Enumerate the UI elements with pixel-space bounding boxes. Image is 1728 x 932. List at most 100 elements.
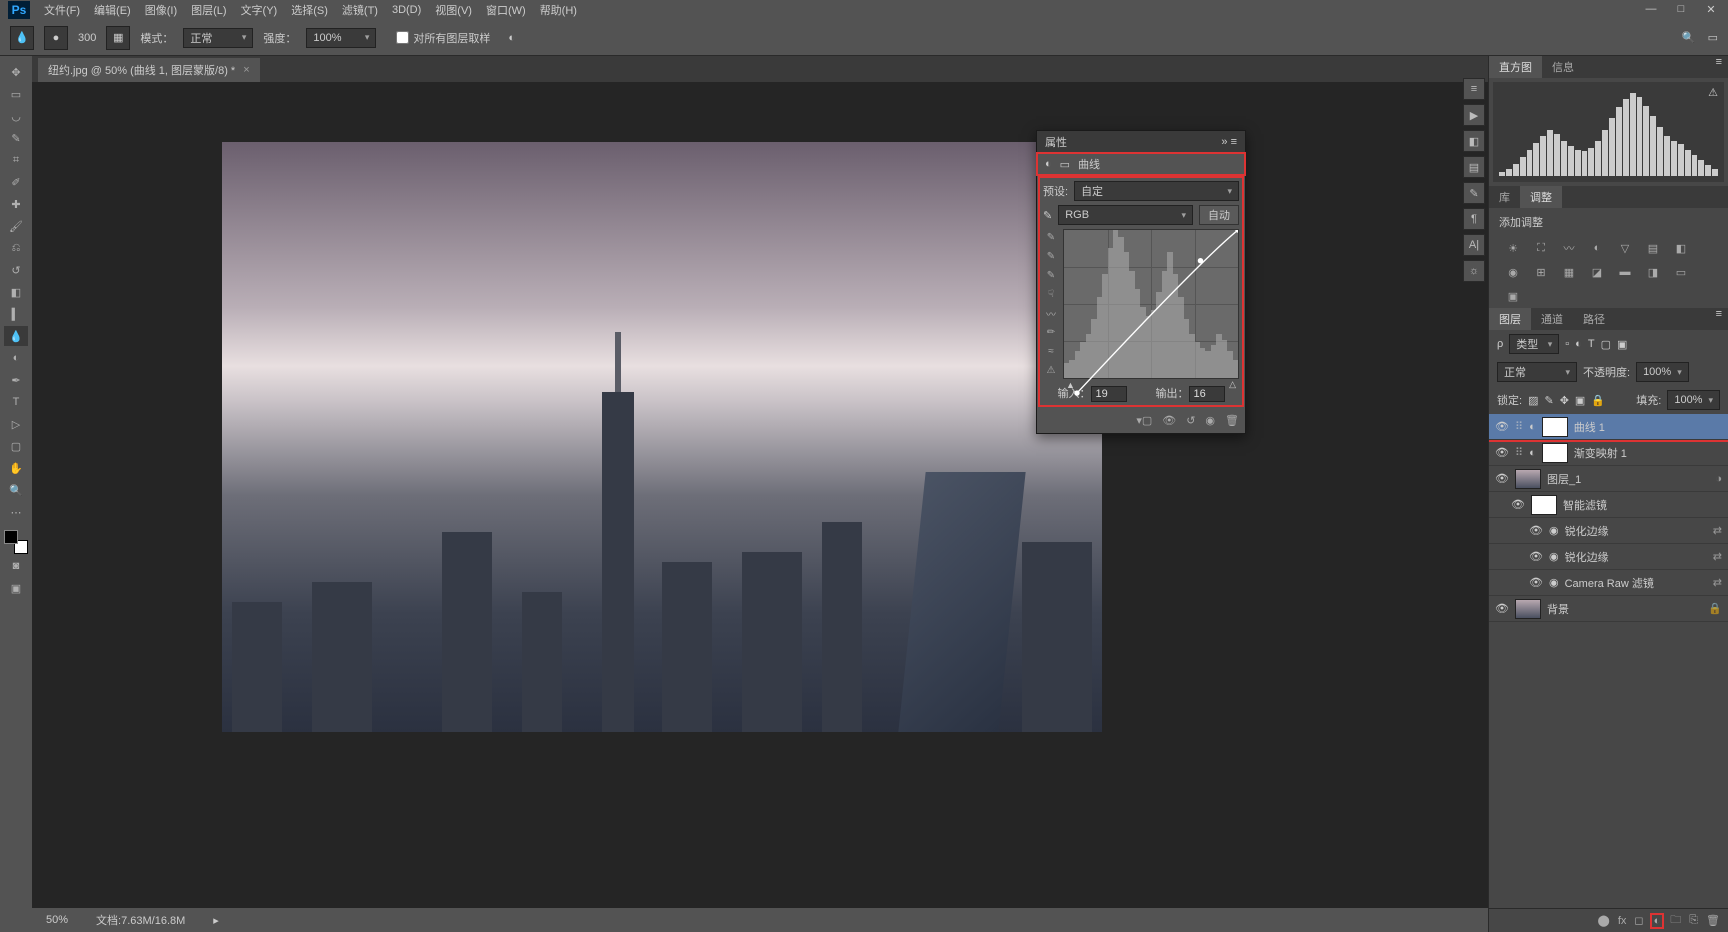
brush-tool[interactable]: 🖌	[4, 216, 28, 236]
edit-toolbar[interactable]: ⋯	[4, 502, 28, 522]
dock-brushes-icon[interactable]: ✎	[1463, 182, 1485, 204]
adj-invert-icon[interactable]: ◪	[1587, 264, 1607, 280]
quickmask-toggle[interactable]: ◙	[4, 556, 28, 576]
layer-name[interactable]: 渐变映射 1	[1574, 445, 1627, 461]
lasso-tool[interactable]: ◡	[4, 106, 28, 126]
visibility-toggle[interactable]: 👁	[1511, 498, 1525, 511]
layer-fx-icon[interactable]: fx	[1618, 915, 1627, 927]
filter-smart-icon[interactable]: ▣	[1617, 338, 1627, 351]
layer-name[interactable]: 锐化边缘	[1565, 523, 1609, 539]
brush-preset-icon[interactable]: ●	[44, 26, 68, 50]
clip-to-layer-icon[interactable]: ▾▢	[1136, 414, 1152, 427]
canvas-area[interactable]	[32, 82, 1488, 908]
filter-adjust-icon[interactable]: ◐	[1575, 338, 1582, 350]
fill-value[interactable]: 100%	[1667, 390, 1720, 410]
layer-name[interactable]: 背景	[1547, 601, 1569, 617]
adj-levels-icon[interactable]: ⛶	[1531, 240, 1551, 256]
dock-actions-icon[interactable]: ▶	[1463, 104, 1485, 126]
delete-adjustment-icon[interactable]: 🗑	[1225, 414, 1239, 427]
black-slider[interactable]: ▲	[1066, 380, 1075, 390]
visibility-toggle[interactable]: 👁	[1495, 420, 1509, 433]
pressure-icon[interactable]: ◐	[508, 32, 515, 44]
sample-all-layers[interactable]: 对所有图层取样	[396, 30, 490, 46]
fg-bg-color[interactable]	[4, 530, 28, 554]
properties-panel[interactable]: 属性 » ≡ ◐ ▭ 曲线 预设: 自定 ✎ RGB 自动 ✎ ✎ ✎ ☟ 〰 …	[1036, 130, 1246, 434]
tab-channels[interactable]: 通道	[1531, 308, 1573, 330]
document-tab[interactable]: 纽约.jpg @ 50% (曲线 1, 图层蒙版/8) * ×	[38, 58, 260, 82]
tab-library[interactable]: 库	[1489, 186, 1520, 208]
menu-filter[interactable]: 滤镜(T)	[342, 2, 378, 18]
dock-character-icon[interactable]: A|	[1463, 234, 1485, 256]
reset-icon[interactable]: ↺	[1186, 414, 1195, 427]
layer-thumb[interactable]	[1515, 599, 1541, 619]
strength-select[interactable]: 100%	[306, 28, 376, 48]
layer-row[interactable]: 👁◉锐化边缘⇄	[1489, 518, 1728, 544]
filter-eye-icon[interactable]: ◉	[1549, 550, 1559, 563]
mask-mode-icon[interactable]: ▭	[1060, 158, 1070, 171]
search-icon[interactable]: 🔍	[1682, 31, 1696, 44]
link-layers-icon[interactable]: ⬤	[1598, 914, 1610, 927]
adj-brightness-icon[interactable]: ☀	[1503, 240, 1523, 256]
pencil-curve-icon[interactable]: ✏	[1043, 324, 1059, 340]
tab-adjustments[interactable]: 调整	[1520, 186, 1562, 208]
visibility-toggle[interactable]: 👁	[1529, 550, 1543, 563]
menu-type[interactable]: 文字(Y)	[241, 2, 278, 18]
brush-panel-icon[interactable]: ▦	[106, 26, 130, 50]
status-chevron-icon[interactable]: ▸	[213, 914, 219, 927]
move-tool[interactable]: ✥	[4, 62, 28, 82]
layer-name[interactable]: Camera Raw 滤镜	[1565, 575, 1654, 591]
adj-color-lookup-icon[interactable]: ▦	[1559, 264, 1579, 280]
heal-tool[interactable]: ✚	[4, 194, 28, 214]
hand-tool[interactable]: ✋	[4, 458, 28, 478]
panel-menu-icon[interactable]: ≡	[1231, 136, 1237, 148]
new-group-icon[interactable]: 🗀	[1670, 911, 1681, 930]
opacity-value[interactable]: 100%	[1636, 362, 1689, 382]
type-tool[interactable]: T	[4, 392, 28, 412]
menu-3d[interactable]: 3D(D)	[392, 4, 421, 16]
channel-eyedropper-icon[interactable]: ✎	[1043, 209, 1052, 222]
filter-type-icon[interactable]: T	[1588, 338, 1595, 350]
adj-bw-icon[interactable]: ◧	[1671, 240, 1691, 256]
eyedropper-tool[interactable]: ✐	[4, 172, 28, 192]
stamp-tool[interactable]: ⎌	[4, 238, 28, 258]
clip-warning-icon[interactable]: ⚠	[1043, 362, 1059, 378]
marquee-tool[interactable]: ▭	[4, 84, 28, 104]
brush-size[interactable]: 300	[78, 32, 96, 44]
history-brush-tool[interactable]: ↺	[4, 260, 28, 280]
collapse-icon[interactable]: »	[1221, 136, 1227, 148]
visibility-toggle[interactable]: 👁	[1495, 472, 1509, 485]
filter-shape-icon[interactable]: ▢	[1601, 338, 1611, 351]
layer-kind-select[interactable]: 类型	[1509, 334, 1559, 354]
sampler-white-icon[interactable]: ✎	[1043, 267, 1059, 283]
workspace-switcher[interactable]: ▭	[1708, 31, 1718, 44]
toggle-visibility-icon[interactable]: 👁	[1162, 414, 1176, 427]
properties-header[interactable]: 属性 » ≡	[1037, 131, 1245, 153]
shape-tool[interactable]: ▢	[4, 436, 28, 456]
close-button[interactable]: ✕	[1702, 2, 1720, 16]
tab-close-icon[interactable]: ×	[243, 64, 249, 76]
dock-paragraph-icon[interactable]: ¶	[1463, 208, 1485, 230]
adj-threshold-icon[interactable]: ◨	[1643, 264, 1663, 280]
menu-select[interactable]: 选择(S)	[291, 2, 328, 18]
menu-window[interactable]: 窗口(W)	[486, 2, 526, 18]
filter-eye-icon[interactable]: ◉	[1549, 576, 1559, 589]
menu-layer[interactable]: 图层(L)	[191, 2, 226, 18]
menu-image[interactable]: 图像(I)	[145, 2, 177, 18]
layer-row[interactable]: 👁背景🔒	[1489, 596, 1728, 622]
dock-swatches-icon[interactable]: ▤	[1463, 156, 1485, 178]
layer-name[interactable]: 曲线 1	[1574, 419, 1605, 435]
mask-thumb[interactable]	[1542, 443, 1568, 463]
lock-paint-icon[interactable]: ✎	[1544, 394, 1553, 407]
channel-select[interactable]: RGB	[1058, 205, 1193, 225]
menu-file[interactable]: 文件(F)	[44, 2, 80, 18]
eraser-tool[interactable]: ◧	[4, 282, 28, 302]
panel-menu-icon[interactable]: ≡	[1710, 56, 1728, 78]
auto-button[interactable]: 自动	[1199, 205, 1239, 225]
sampler-black-icon[interactable]: ✎	[1043, 229, 1059, 245]
lock-all-icon[interactable]: 🔒	[1591, 394, 1605, 407]
menu-edit[interactable]: 编辑(E)	[94, 2, 131, 18]
visibility-toggle[interactable]: 👁	[1495, 446, 1509, 459]
lock-icon[interactable]: 🔒	[1708, 602, 1722, 615]
filter-mask-thumb[interactable]	[1531, 495, 1557, 515]
layer-row[interactable]: 👁⠿◐渐变映射 1	[1489, 440, 1728, 466]
